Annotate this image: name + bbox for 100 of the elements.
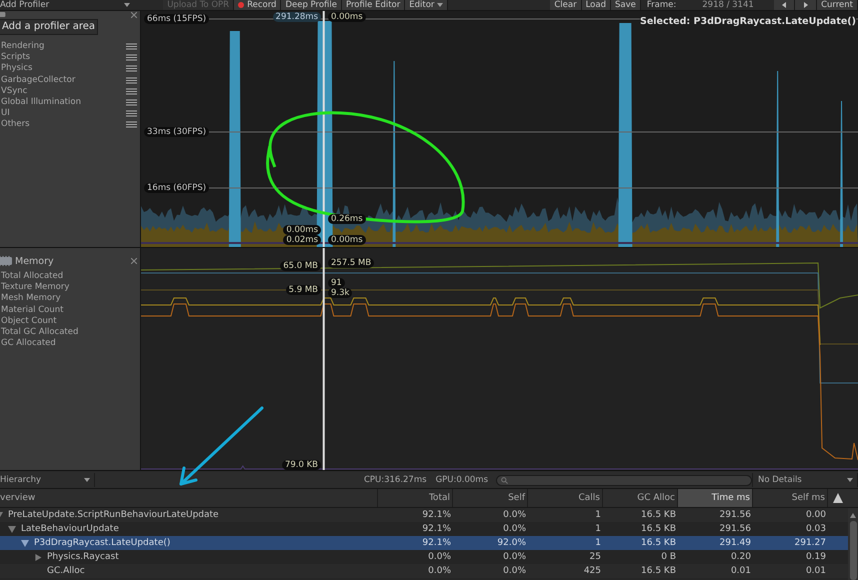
table-cell-text: 1: [594, 510, 602, 520]
view-dropdown[interactable]: Hierarchy: [0, 473, 95, 487]
table-cell-text: 16.5 KB: [640, 538, 677, 548]
memory-chip-icon: [0, 256, 12, 266]
add-profiler-area-button[interactable]: Add a profiler area: [0, 19, 98, 35]
next-frame-button[interactable]: [795, 0, 818, 10]
table-cell-text: 0.20: [730, 552, 752, 562]
search-icon: [501, 476, 508, 484]
table-cell-text: 0.0%: [427, 566, 452, 576]
close-icon[interactable]: [131, 12, 137, 18]
table-cell-text: 16.5 KB: [640, 510, 677, 520]
drag-handle-icon[interactable]: [126, 76, 137, 84]
scrollbar[interactable]: [848, 508, 858, 580]
legend-item: Texture Memory: [0, 282, 70, 294]
drag-handle-icon[interactable]: [126, 110, 137, 118]
table-cell-text: 92.1%: [421, 538, 452, 548]
toolbar-button[interactable]: Deep Profile: [281, 0, 342, 10]
table-cell-text: 291.56: [718, 510, 752, 520]
toolbar-button[interactable]: Save: [610, 0, 641, 10]
legend-item: UI: [1, 108, 10, 120]
legend-item: GarbageCollector: [1, 74, 76, 86]
selected-label: Selected: P3dDragRaycast.LateUpdate(): [640, 16, 856, 27]
cursor-value: 5.9 MB: [286, 285, 321, 295]
cursor-value: 0.00ms: [283, 225, 321, 235]
warning-icon[interactable]: [833, 493, 843, 503]
column-header[interactable]: Self: [453, 489, 528, 507]
table-cell-text: 0.03: [804, 524, 827, 534]
drag-handle-icon[interactable]: [126, 88, 137, 95]
cursor-value: 9.3k: [328, 288, 352, 298]
table-cell-text: 0.0%: [502, 566, 527, 576]
record-button[interactable]: Record: [234, 0, 282, 10]
toolbar-button[interactable]: Load: [582, 0, 611, 10]
legend-item: Scripts: [1, 52, 30, 64]
column-header[interactable]: Self ms: [753, 489, 828, 507]
previous-frame-button[interactable]: [774, 0, 796, 10]
details-dropdown[interactable]: No Details: [752, 473, 858, 487]
table-cell-text: 92.0%: [496, 538, 527, 548]
table-cell-text: 92.1%: [421, 524, 452, 534]
drag-handle-icon[interactable]: [126, 43, 137, 50]
legend-item: Material Count: [0, 304, 64, 316]
gpu-time: GPU:0.00ms: [436, 475, 488, 485]
legend-item: Total GC Allocated: [0, 327, 80, 338]
table-cell-text: 92.1%: [421, 510, 452, 520]
table-row[interactable]: P3dDragRaycast.LateUpdate() 92.1% 92.0% 1 16.5 KB 291.49 291.27: [0, 536, 848, 550]
function-name: Physics.Raycast: [47, 552, 119, 562]
table-cell-text: 425: [582, 566, 602, 576]
caret-icon: [124, 3, 130, 7]
cursor-value: 0.00ms: [328, 12, 366, 22]
function-name: PreLateUpdate.ScriptRunBehaviourLateUpdate: [8, 510, 219, 520]
column-header[interactable]: Calls: [528, 489, 603, 507]
drag-handle-icon[interactable]: [126, 65, 137, 72]
right-arrow-icon: [804, 2, 808, 8]
legend-item: Total Allocated: [0, 271, 64, 282]
table-cell-text: 0.19: [804, 552, 827, 562]
grid-label: 16ms (60FPS): [144, 183, 210, 193]
cursor-value: 257.5 MB: [328, 258, 374, 268]
expanded-arrow-icon[interactable]: [8, 526, 16, 532]
legend-item: Others: [1, 119, 30, 131]
cursor-value: 79.0 KB: [282, 460, 321, 470]
drag-handle-icon[interactable]: [126, 121, 137, 128]
table-cell-text: 16.5 KB: [640, 524, 677, 534]
grid-label: 33ms (30FPS): [144, 127, 210, 137]
drag-handle-icon[interactable]: [126, 54, 137, 62]
toolbar-button[interactable]: Clear: [550, 0, 582, 10]
close-icon[interactable]: [131, 258, 137, 264]
column-header[interactable]: Total: [378, 489, 453, 507]
cursor-value: 291.28ms: [272, 12, 321, 22]
legend-item: GC Allocated: [0, 338, 57, 350]
collapsed-arrow-icon[interactable]: [34, 554, 42, 560]
cursor-value: 0.02ms: [283, 235, 321, 245]
table-row[interactable]: GC.Alloc 0.0% 0.0% 425 16.5 KB 0.01 0.01: [0, 564, 848, 578]
column-header[interactable]: verview: [0, 489, 378, 507]
cursor-value: 91: [328, 278, 345, 288]
record-dot-icon: [238, 2, 244, 8]
table-cell-text: 1: [594, 524, 602, 534]
legend-item: Mesh Memory: [0, 293, 62, 305]
table-cell-text: 0.01: [804, 566, 827, 576]
caret-icon: [84, 478, 90, 482]
expanded-arrow-icon[interactable]: [21, 540, 29, 546]
cursor-value: 65.0 MB: [280, 261, 321, 271]
toolbar-button[interactable]: Profile Editor: [342, 0, 406, 10]
current-frame-button[interactable]: Current: [817, 0, 858, 10]
table-cell-text: 0.01: [730, 566, 752, 576]
table-row[interactable]: PreLateUpdate.ScriptRunBehaviourLateUpdate 92.1% 0.0% 1 16.5 KB 291.56 0.00: [0, 508, 848, 522]
cursor-value: 0.00ms: [328, 235, 366, 245]
caret-icon: [847, 478, 853, 482]
editor-dropdown[interactable]: Editor: [405, 0, 448, 10]
frame-cursor-line[interactable]: [322, 248, 325, 470]
function-name: GC.Alloc: [47, 566, 85, 576]
drag-handle-icon[interactable]: [126, 99, 137, 106]
table-cell-text: 25: [588, 552, 602, 562]
legend-item: VSync: [1, 86, 28, 97]
add-profiler-dropdown[interactable]: Add Profiler: [0, 0, 134, 10]
column-header[interactable]: Time ms: [678, 489, 753, 507]
table-cell-text: 291.27: [794, 538, 827, 548]
grid-label: 66ms (15FPS): [144, 14, 210, 24]
table-cell-text: 291.49: [718, 538, 752, 548]
search-field[interactable]: [496, 474, 752, 486]
up-arrow-icon[interactable]: [850, 513, 856, 518]
frame-label: Frame:: [646, 0, 678, 10]
